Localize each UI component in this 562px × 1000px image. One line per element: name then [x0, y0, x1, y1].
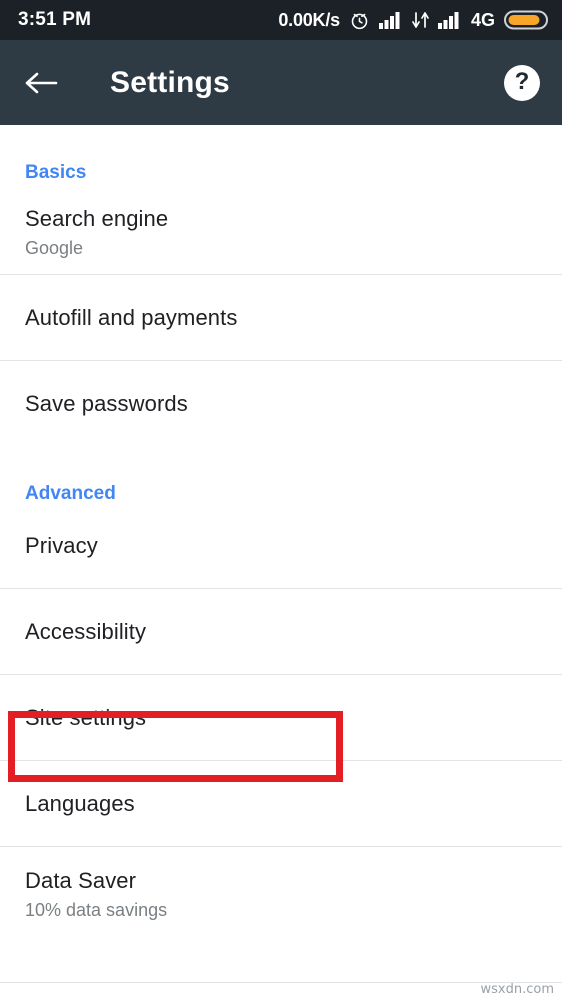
question-mark-icon: ? — [514, 68, 530, 95]
list-item-title: Autofill and payments — [25, 304, 238, 330]
app-bar: Settings ? — [0, 40, 562, 125]
list-item-accessibility[interactable]: Accessibility — [0, 589, 562, 674]
battery-icon — [504, 9, 548, 31]
status-bar-icons: 0.00K/s 4G — [278, 9, 548, 31]
list-item-title: Site settings — [25, 704, 147, 730]
list-item-title: Languages — [25, 790, 135, 816]
signal-bars-icon — [378, 11, 403, 29]
list-item-languages[interactable]: Languages — [0, 761, 562, 846]
list-item-autofill-and-payments[interactable]: Autofill and payments — [0, 275, 562, 360]
settings-list: Basics Search engine Google Autofill and… — [0, 125, 562, 942]
page-title: Settings — [110, 65, 230, 99]
data-transfer-icon — [412, 11, 429, 29]
watermark: wsxdn.com — [480, 982, 555, 997]
network-type-label: 4G — [470, 9, 495, 30]
list-item-site-settings[interactable]: Site settings — [0, 675, 562, 760]
list-item-subtitle: Google — [25, 238, 84, 259]
list-item-title: Data Saver — [25, 867, 137, 893]
network-speed-label: 0.00K/s — [278, 9, 340, 30]
status-bar: 3:51 PM 0.00K/s 4G — [0, 0, 562, 40]
section-header-basics: Basics — [25, 162, 87, 183]
back-arrow-icon — [24, 69, 58, 97]
footer-divider — [0, 982, 562, 983]
list-item-title: Save passwords — [25, 390, 188, 416]
list-item-title: Privacy — [25, 532, 98, 558]
list-item-save-passwords[interactable]: Save passwords — [0, 361, 562, 446]
list-item-privacy[interactable]: Privacy — [0, 503, 562, 588]
list-item-search-engine[interactable]: Search engine Google — [0, 182, 562, 274]
list-item-title: Accessibility — [25, 618, 147, 644]
section-header-advanced: Advanced — [25, 483, 116, 504]
back-button[interactable] — [24, 61, 68, 105]
signal-bars-icon — [437, 11, 462, 29]
status-bar-clock: 3:51 PM — [18, 9, 92, 30]
list-item-subtitle: 10% data savings — [25, 899, 168, 920]
alarm-clock-icon — [349, 10, 370, 31]
help-button[interactable]: ? — [504, 64, 540, 101]
list-item-data-saver[interactable]: Data Saver 10% data savings — [0, 847, 562, 942]
list-item-title: Search engine — [25, 206, 169, 232]
